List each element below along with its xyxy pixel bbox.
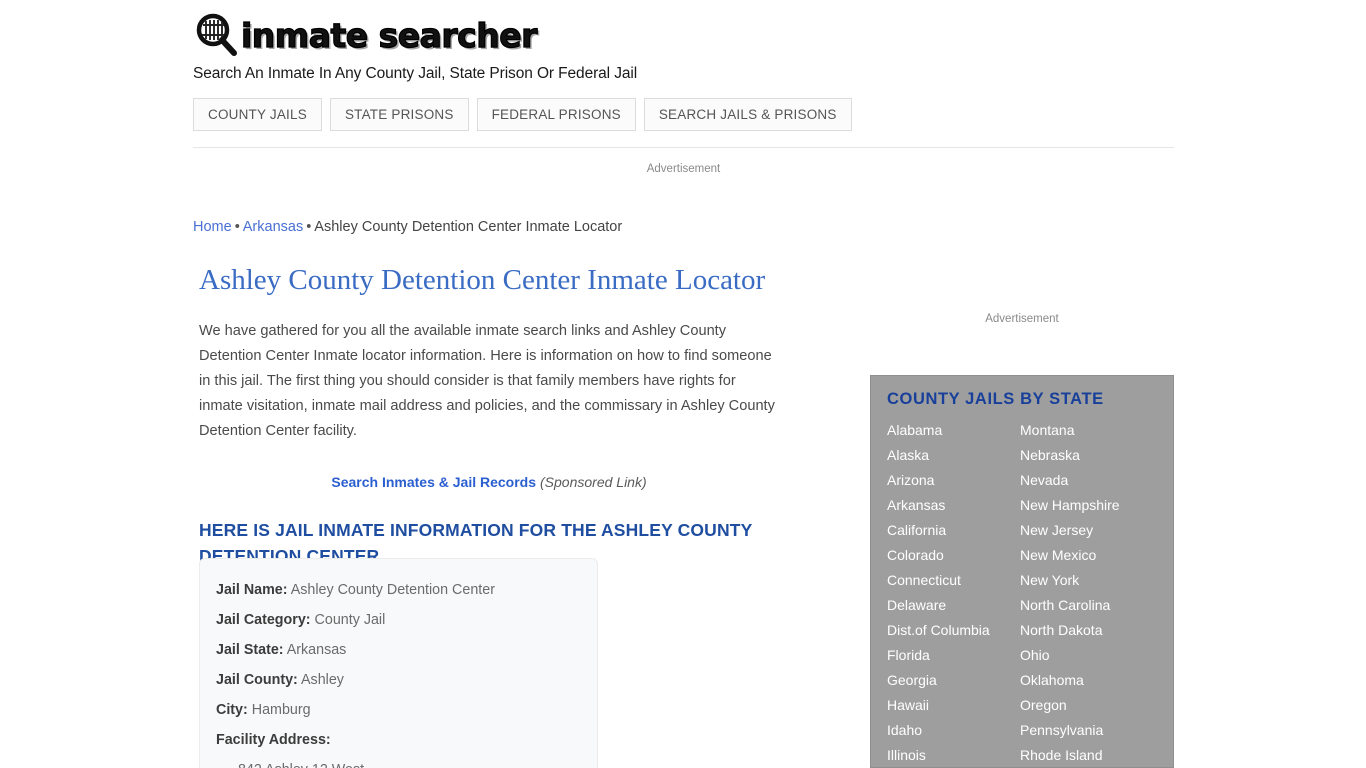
breadcrumb-separator: • [306, 219, 312, 235]
sidebar-state-california[interactable]: California [887, 518, 1020, 543]
sidebar-state-delaware[interactable]: Delaware [887, 593, 1020, 618]
nav-tab-search-jails-prisons[interactable]: SEARCH JAILS & PRISONS [643, 98, 852, 131]
sidebar-state-arizona[interactable]: Arizona [887, 468, 1020, 493]
sidebar-state-oklahoma[interactable]: Oklahoma [1020, 668, 1157, 693]
nav-tab-state-prisons[interactable]: STATE PRISONS [329, 98, 469, 131]
info-label: Facility Address: [216, 732, 331, 748]
sidebar-state-georgia[interactable]: Georgia [887, 668, 1020, 693]
breadcrumb: Home • Arkansas • Ashley County Detention Ce… [193, 219, 622, 235]
sidebar-state-rhode-island[interactable]: Rhode Island [1020, 743, 1157, 767]
sponsored-link-row: Search Inmates & Jail Records (Sponsored … [199, 474, 779, 490]
jail-info-box: Jail Name: Ashley County Detention Cente… [199, 558, 598, 768]
site-logo[interactable]: inmate searcher [193, 12, 1175, 58]
sidebar-state-illinois[interactable]: Illinois [887, 743, 1020, 767]
info-row-facility-address: Facility Address: [216, 725, 581, 755]
breadcrumb-separator: • [234, 219, 240, 235]
info-value: Ashley County Detention Center [290, 582, 495, 598]
sidebar-state-oregon[interactable]: Oregon [1020, 693, 1157, 718]
sidebar-state-alabama[interactable]: Alabama [887, 418, 1020, 443]
info-row-city: City: Hamburg [216, 695, 581, 725]
info-row-jail-county: Jail County: Ashley [216, 665, 581, 695]
site-logo-text: inmate searcher [240, 15, 538, 55]
magnifier-prison-bars-icon [193, 12, 239, 58]
info-row-jail-name: Jail Name: Ashley County Detention Cente… [216, 575, 581, 605]
info-label: Jail State: [216, 642, 284, 658]
info-label: Jail Name: [216, 582, 288, 598]
sponsored-note: (Sponsored Link) [540, 474, 647, 491]
sidebar-state-idaho[interactable]: Idaho [887, 718, 1020, 743]
sidebar-state-pennsylvania[interactable]: Pennsylvania [1020, 718, 1157, 743]
sidebar-state-colorado[interactable]: Colorado [887, 543, 1020, 568]
info-row-jail-state: Jail State: Arkansas [216, 635, 581, 665]
sidebar-state-arkansas[interactable]: Arkansas [887, 493, 1020, 518]
sponsored-search-link[interactable]: Search Inmates & Jail Records [331, 474, 536, 490]
sidebar-county-jails-by-state: COUNTY JAILS BY STATE Alabama Alaska Ari… [870, 375, 1174, 768]
facility-address-line: 842 Ashley 12 West [216, 755, 581, 768]
sidebar-state-alaska[interactable]: Alaska [887, 443, 1020, 468]
breadcrumb-current: Ashley County Detention Center Inmate Lo… [314, 219, 623, 235]
sidebar-state-dist-of-columbia[interactable]: Dist.of Columbia [887, 618, 1020, 643]
state-column-left: Alabama Alaska Arizona Arkansas Californ… [887, 418, 1020, 767]
page-title: Ashley County Detention Center Inmate Lo… [199, 264, 766, 296]
sidebar-state-north-carolina[interactable]: North Carolina [1020, 593, 1157, 618]
site-tagline: Search An Inmate In Any County Jail, Sta… [193, 65, 638, 82]
sidebar-state-ohio[interactable]: Ohio [1020, 643, 1157, 668]
nav-tab-federal-prisons[interactable]: FEDERAL PRISONS [476, 98, 636, 131]
sidebar-state-north-dakota[interactable]: North Dakota [1020, 618, 1157, 643]
sidebar-state-new-mexico[interactable]: New Mexico [1020, 543, 1157, 568]
header-divider [193, 147, 1174, 148]
info-value: Arkansas [286, 642, 347, 658]
page-root: inmate searcher Search An Inmate In Any … [0, 0, 1366, 768]
sidebar-state-new-hampshire[interactable]: New Hampshire [1020, 493, 1157, 518]
breadcrumb-link-home[interactable]: Home [193, 219, 232, 235]
site-header: inmate searcher Search An Inmate In Any … [193, 12, 1175, 83]
intro-paragraph: We have gathered for you all the availab… [199, 323, 775, 440]
sidebar-state-montana[interactable]: Montana [1020, 418, 1157, 443]
advertisement-top-label: Advertisement [646, 163, 721, 175]
sidebar-state-nebraska[interactable]: Nebraska [1020, 443, 1157, 468]
info-value: Hamburg [251, 702, 311, 718]
sidebar-title: COUNTY JAILS BY STATE [887, 390, 1104, 408]
sidebar-state-connecticut[interactable]: Connecticut [887, 568, 1020, 593]
breadcrumb-link-arkansas[interactable]: Arkansas [243, 219, 303, 235]
sidebar-state-hawaii[interactable]: Hawaii [887, 693, 1020, 718]
advertisement-right-label: Advertisement [985, 313, 1059, 325]
nav-tab-county-jails[interactable]: COUNTY JAILS [193, 98, 322, 131]
main-navigation: COUNTY JAILS STATE PRISONS FEDERAL PRISO… [193, 98, 852, 131]
state-links-grid: Alabama Alaska Arizona Arkansas Californ… [887, 418, 1157, 767]
info-label: Jail Category: [216, 612, 311, 628]
info-label: Jail County: [216, 672, 298, 688]
info-value: County Jail [314, 612, 386, 628]
info-row-jail-category: Jail Category: County Jail [216, 605, 581, 635]
sidebar-state-new-york[interactable]: New York [1020, 568, 1157, 593]
sidebar-state-florida[interactable]: Florida [887, 643, 1020, 668]
sidebar-state-nevada[interactable]: Nevada [1020, 468, 1157, 493]
info-label: City: [216, 702, 248, 718]
state-column-right: Montana Nebraska Nevada New Hampshire Ne… [1020, 418, 1157, 767]
info-value: Ashley [301, 672, 344, 688]
main-content: Ashley County Detention Center Inmate Lo… [199, 264, 789, 569]
sidebar-state-new-jersey[interactable]: New Jersey [1020, 518, 1157, 543]
